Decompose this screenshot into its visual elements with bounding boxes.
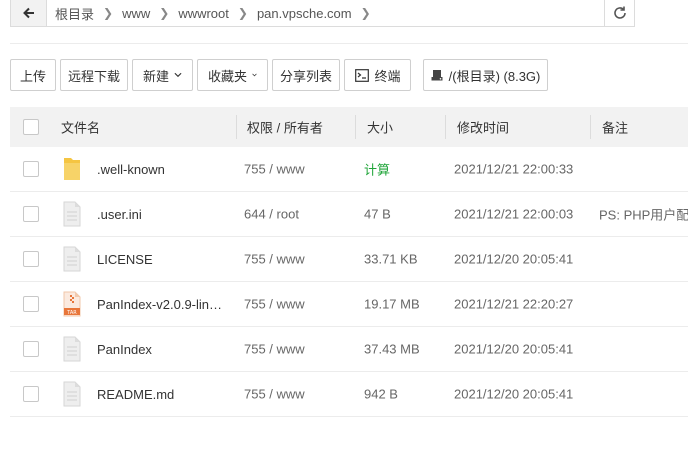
calc-size-link[interactable]: 计算 <box>364 160 390 179</box>
note-cell[interactable]: PS: PHP用户配置 <box>599 205 688 224</box>
row-checkbox[interactable] <box>23 386 39 402</box>
refresh-button[interactable] <box>604 0 634 26</box>
share-list-button[interactable]: 分享列表 <box>272 59 340 91</box>
row-checkbox[interactable] <box>23 161 39 177</box>
perm-cell[interactable]: 644 / root <box>244 207 299 222</box>
path-bar: 根目录 ❯ www ❯ wwwroot ❯ pan.vpsche.com ❯ <box>10 0 635 27</box>
row-checkbox[interactable] <box>23 251 39 267</box>
remote-download-button[interactable]: 远程下载 <box>60 59 128 91</box>
mtime-cell: 2021/12/21 22:20:27 <box>454 296 574 312</box>
select-all-checkbox[interactable] <box>23 119 39 135</box>
file-name-cell[interactable]: .user.ini <box>61 200 142 228</box>
header-note: 备注 <box>602 120 629 136</box>
breadcrumb-item-www[interactable]: www <box>122 6 150 21</box>
size-cell: 942 B <box>364 386 398 402</box>
table-row[interactable]: .user.ini 644 / root 47 B 2021/12/21 22:… <box>10 192 688 237</box>
size-cell: 33.71 KB <box>364 251 418 267</box>
back-button[interactable] <box>11 0 47 26</box>
file-icon <box>61 380 83 408</box>
table-row[interactable]: LICENSE 755 / www 33.71 KB 2021/12/20 20… <box>10 237 688 282</box>
file-name[interactable]: .well-known <box>97 162 165 177</box>
table-header: 文件名 权限 / 所有者 大小 修改时间 备注 <box>10 107 688 147</box>
perm-cell[interactable]: 755 / www <box>244 252 305 267</box>
new-button[interactable]: 新建 <box>132 59 193 91</box>
chevron-right-icon: ❯ <box>103 6 114 20</box>
file-name-cell[interactable]: PanIndex <box>61 335 152 363</box>
arrow-left-icon <box>22 7 34 19</box>
table-row[interactable]: README.md 755 / www 942 B 2021/12/20 20:… <box>10 372 688 417</box>
hard-disk-icon <box>431 69 443 81</box>
folder-icon <box>61 155 83 183</box>
perm-cell[interactable]: 755 / www <box>244 162 305 177</box>
disk-button[interactable]: /(根目录) (8.3G) <box>423 59 548 91</box>
new-label: 新建 <box>143 68 170 84</box>
file-name-cell[interactable]: README.md <box>61 380 174 408</box>
breadcrumb-item-root[interactable]: 根目录 <box>55 4 94 23</box>
row-checkbox[interactable] <box>23 206 39 222</box>
disk-label: /(根目录) (8.3G) <box>448 68 541 84</box>
mtime-cell: 2021/12/20 20:05:41 <box>454 341 574 357</box>
row-checkbox[interactable] <box>23 296 39 312</box>
toolbar: 上传 远程下载 新建 收藏夹 分享列表 终端 /(根目录) (8.3G) <box>10 59 552 91</box>
tar-file-icon: TAR <box>61 290 83 318</box>
remote-download-label: 远程下载 <box>68 68 121 84</box>
svg-text:TAR: TAR <box>66 310 77 316</box>
file-name[interactable]: README.md <box>97 387 174 402</box>
size-cell: 47 B <box>364 206 391 222</box>
file-name-cell[interactable]: .well-known <box>61 155 165 183</box>
file-icon <box>61 245 83 273</box>
mtime-cell: 2021/12/21 22:00:33 <box>454 161 574 177</box>
file-name-cell[interactable]: TAR PanIndex-v2.0.9-linu... <box>61 290 227 318</box>
file-name[interactable]: .user.ini <box>97 207 142 222</box>
header-perm[interactable]: 权限 / 所有者 <box>247 118 323 137</box>
file-icon <box>61 200 83 228</box>
header-name[interactable]: 文件名 <box>61 118 100 137</box>
terminal-label: 终端 <box>374 68 401 84</box>
table-row[interactable]: .well-known 755 / www 计算 2021/12/21 22:0… <box>10 147 688 192</box>
mtime-cell: 2021/12/20 20:05:41 <box>454 251 574 267</box>
file-name[interactable]: PanIndex <box>97 342 152 357</box>
chevron-right-icon: ❯ <box>159 6 170 20</box>
mtime-cell: 2021/12/21 22:00:03 <box>454 206 574 222</box>
size-cell: 19.17 MB <box>364 296 420 312</box>
header-mtime[interactable]: 修改时间 <box>457 118 509 137</box>
favorites-button[interactable]: 收藏夹 <box>197 59 268 91</box>
header-size[interactable]: 大小 <box>367 118 393 137</box>
row-checkbox[interactable] <box>23 341 39 357</box>
table-row[interactable]: PanIndex 755 / www 37.43 MB 2021/12/20 2… <box>10 327 688 372</box>
terminal-icon <box>354 68 369 82</box>
perm-cell[interactable]: 755 / www <box>244 342 305 357</box>
refresh-icon <box>613 6 626 19</box>
perm-cell[interactable]: 755 / www <box>244 387 305 402</box>
perm-cell[interactable]: 755 / www <box>244 297 305 312</box>
file-name-cell[interactable]: LICENSE <box>61 245 153 273</box>
table-row[interactable]: TAR PanIndex-v2.0.9-linu... 755 / www 19… <box>10 282 688 327</box>
file-name[interactable]: PanIndex-v2.0.9-linu... <box>97 297 227 312</box>
mtime-cell: 2021/12/20 20:05:41 <box>454 386 574 402</box>
upload-label: 上传 <box>20 68 47 84</box>
file-name[interactable]: LICENSE <box>97 252 153 267</box>
chevron-right-icon: ❯ <box>237 6 248 20</box>
share-list-label: 分享列表 <box>280 68 333 84</box>
chevron-down-icon <box>174 72 182 78</box>
upload-button[interactable]: 上传 <box>10 59 56 91</box>
file-icon <box>61 335 83 363</box>
file-table: 文件名 权限 / 所有者 大小 修改时间 备注 .well-known 755 … <box>10 107 688 417</box>
breadcrumb-item-wwwroot[interactable]: wwwroot <box>178 6 229 21</box>
size-cell: 37.43 MB <box>364 341 420 357</box>
terminal-button[interactable]: 终端 <box>344 59 411 91</box>
breadcrumb-item-site[interactable]: pan.vpsche.com <box>257 6 352 21</box>
chevron-right-icon[interactable]: ❯ <box>361 6 371 20</box>
divider <box>10 43 688 44</box>
favorites-label: 收藏夹 <box>208 68 248 84</box>
chevron-down-icon <box>252 73 257 77</box>
breadcrumb: 根目录 ❯ www ❯ wwwroot ❯ pan.vpsche.com ❯ <box>47 4 604 23</box>
